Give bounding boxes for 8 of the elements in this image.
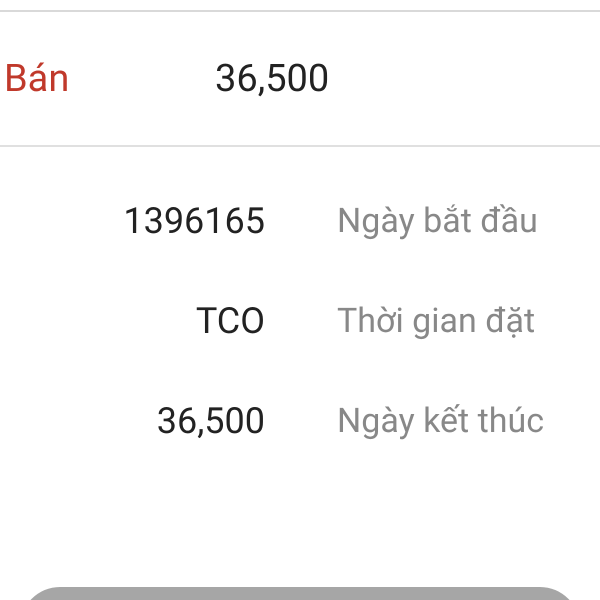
detail-value: TCO xyxy=(194,300,265,342)
detail-label: Ngày bắt đầu xyxy=(337,201,538,241)
detail-label: Thời gian đặt xyxy=(337,301,536,341)
detail-label: Ngày kết thúc xyxy=(337,401,544,441)
order-side-label: Bán xyxy=(3,56,70,100)
detail-value: 1396165 xyxy=(122,200,265,242)
order-price: 36,500 xyxy=(215,56,330,100)
detail-value: 36,500 xyxy=(156,400,265,442)
